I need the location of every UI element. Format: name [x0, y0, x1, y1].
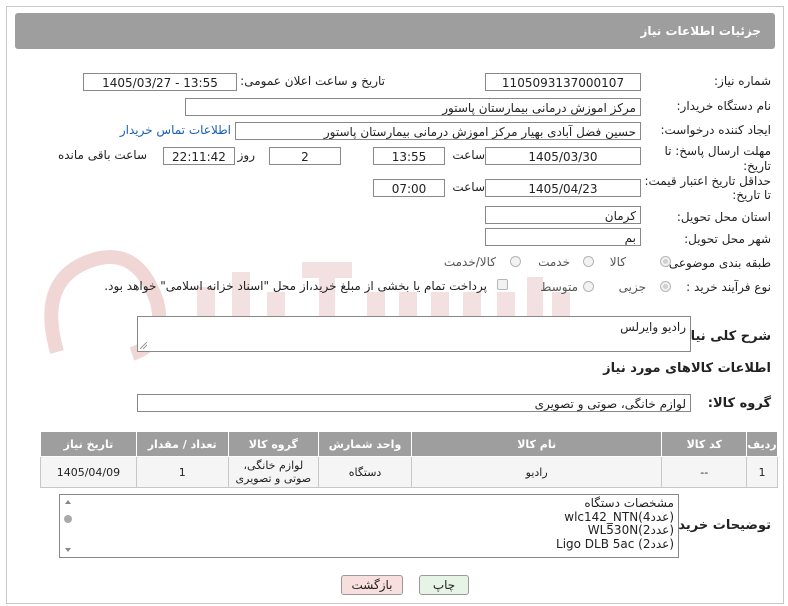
treasury-note: پرداخت تمام یا بخشی از مبلغ خرید،از محل … [104, 279, 487, 293]
category-option-goods: کالا [609, 255, 626, 269]
description-label: شرح کلی نیاز: [677, 329, 771, 344]
requester-field: حسین فضل آبادی بهیار مرکز اموزش درمانی ب… [235, 122, 641, 140]
scroll-thumb-icon[interactable] [64, 515, 72, 523]
category-option-service: خدمت [538, 255, 570, 269]
reply-deadline-date-field: 1405/03/30 [485, 147, 641, 165]
goods-group-label: گروه کالا: [707, 396, 771, 411]
price-validity-label-line2: تا تاریخ: [732, 188, 771, 202]
reply-days-field: 2 [269, 147, 341, 165]
cell-row: 1 [746, 456, 778, 488]
cell-group: لوازم خانگی، صوتی و تصویری [227, 456, 320, 488]
cell-qty: 1 [135, 456, 229, 488]
purchase-radio-minor[interactable] [660, 281, 671, 292]
buyer-notes-field[interactable]: مشخصات دستگاه wlc142_NTN(4عدد) WL530N(2ع… [59, 494, 679, 558]
buyer-org-field: مرکز اموزش درمانی بیمارستان پاستور [185, 98, 641, 116]
purchase-option-minor: جزیی [618, 280, 646, 294]
notes-line-3: WL530N(2عدد) [587, 523, 674, 537]
price-validity-date-field: 1405/04/23 [485, 179, 641, 197]
announce-datetime-field: 1405/03/27 - 13:55 [83, 73, 237, 91]
col-qty: تعداد / مقدار [135, 431, 229, 457]
cell-date: 1405/04/09 [40, 456, 137, 488]
col-row: ردیف [746, 431, 778, 457]
category-radio-goods-service[interactable] [510, 256, 521, 267]
cell-group-line1: لوازم خانگی، [243, 459, 304, 472]
purchase-radio-medium[interactable] [583, 281, 594, 292]
reply-deadline-time-field: 13:55 [373, 147, 445, 165]
panel-header: جزئیات اطلاعات نیاز [15, 13, 775, 49]
notes-line-2: wlc142_NTN(4عدد) [564, 509, 674, 524]
purchase-option-medium: متوسط [540, 280, 578, 294]
remaining-time-label: ساعت باقی مانده [57, 148, 147, 162]
col-name: نام کالا [410, 431, 663, 457]
goods-group-field: لوازم خانگی، صوتی و تصویری [137, 394, 691, 412]
description-field[interactable]: رادیو وایرلس [137, 316, 691, 352]
province-field: کرمان [485, 206, 641, 224]
col-group: گروه کالا [227, 431, 320, 457]
category-label: طبقه بندی موضوعی: [664, 256, 771, 270]
print-button[interactable]: چاپ [419, 575, 469, 595]
announce-datetime-label: تاریخ و ساعت اعلان عمومی: [240, 74, 385, 88]
category-option-goods-service: کالا/خدمت [443, 255, 496, 269]
col-date: تاریخ نیاز [40, 431, 137, 457]
notes-line-1: مشخصات دستگاه [584, 496, 674, 510]
category-radio-service[interactable] [583, 256, 594, 267]
notes-scrollbar[interactable] [62, 497, 74, 555]
need-number-label: شماره نیاز: [714, 74, 771, 88]
goods-info-heading: اطلاعات کالاهای مورد نیاز [603, 361, 771, 376]
reply-deadline-label-line2: تاریخ: [743, 159, 771, 173]
province-label: استان محل تحویل: [676, 210, 771, 224]
table-row[interactable]: 1 -- رادیو دستگاه لوازم خانگی، صوتی و تص… [40, 456, 778, 488]
buyer-contact-link[interactable]: اطلاعات تماس خریدار [120, 123, 231, 137]
col-unit: واحد شمارش [318, 431, 412, 457]
description-text: رادیو وایرلس [620, 320, 686, 334]
remaining-time-field: 22:11:42 [163, 147, 235, 165]
category-radio-goods[interactable] [660, 256, 671, 267]
city-field: بم [485, 228, 641, 246]
requester-label: ایجاد کننده درخواست: [660, 123, 771, 137]
buyer-org-label: نام دستگاه خریدار: [676, 99, 772, 113]
scroll-down-icon[interactable] [65, 548, 71, 552]
cell-unit: دستگاه [318, 456, 412, 488]
cell-group-line2: صوتی و تصویری [235, 472, 312, 485]
goods-table-header-row: ردیف کد کالا نام کالا واحد شمارش گروه کا… [40, 431, 778, 457]
treasury-checkbox[interactable] [497, 279, 508, 290]
page-title: جزئیات اطلاعات نیاز [640, 24, 761, 38]
price-validity-time-label: ساعت [452, 180, 485, 194]
price-validity-time-field: 07:00 [373, 179, 445, 197]
back-button[interactable]: بازگشت [341, 575, 403, 595]
scroll-up-icon[interactable] [65, 500, 71, 504]
col-code: کد کالا [661, 431, 748, 457]
purchase-type-label: نوع فرآیند خرید : [686, 280, 771, 294]
notes-line-4: Ligo DLB 5ac (2عدد) [556, 536, 674, 551]
cell-name: رادیو [410, 456, 663, 488]
reply-time-label: ساعت [452, 148, 485, 162]
city-label: شهر محل تحویل: [684, 232, 771, 246]
need-number-field: 1105093137000107 [485, 73, 641, 91]
need-details-panel: جزئیات اطلاعات نیاز شماره نیاز: 11050931… [6, 6, 784, 604]
resize-grip-icon[interactable] [140, 342, 147, 349]
reply-deadline-label-line1: مهلت ارسال پاسخ: تا [664, 144, 771, 158]
cell-code: -- [661, 456, 748, 488]
goods-table: ردیف کد کالا نام کالا واحد شمارش گروه کا… [40, 431, 778, 488]
price-validity-label-line1: حداقل تاریخ اعتبار قیمت: [644, 174, 771, 188]
